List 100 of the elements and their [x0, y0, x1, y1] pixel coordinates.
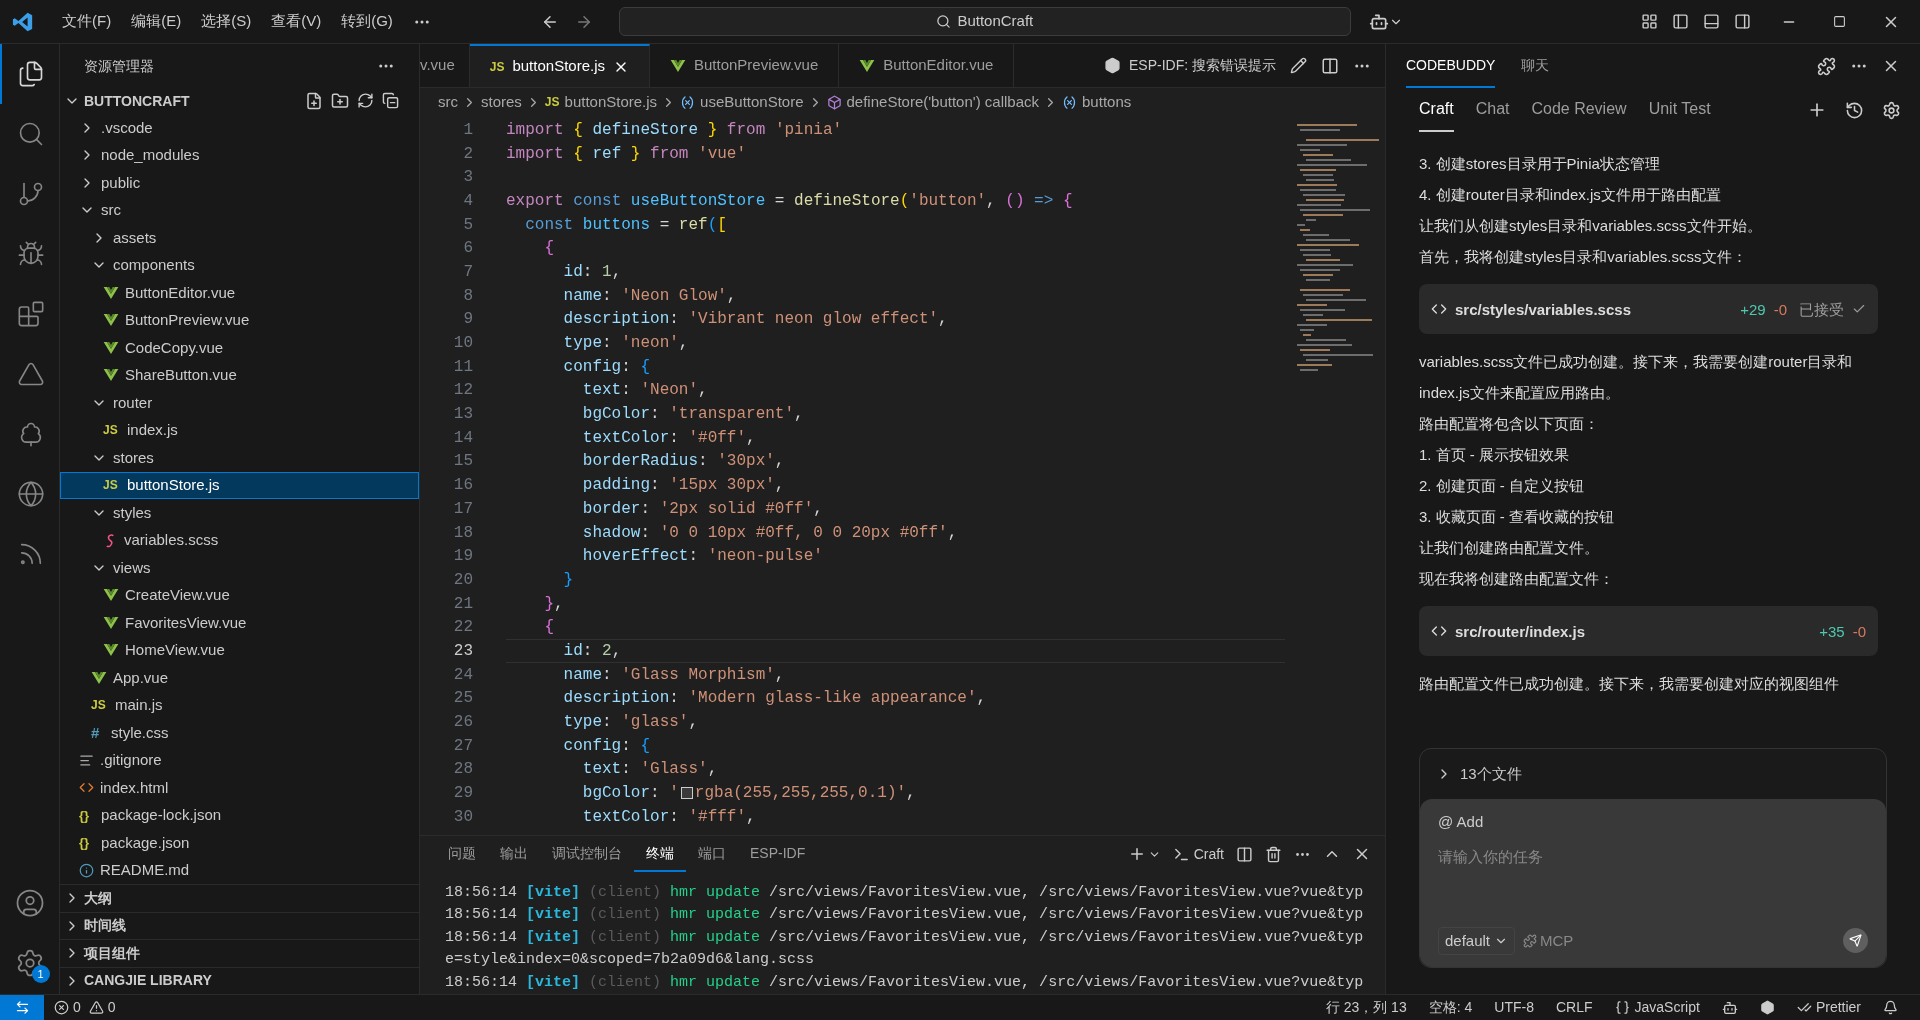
mode-tab[interactable]: Code Review — [1531, 88, 1627, 132]
folder-tree-item[interactable]: public — [60, 169, 419, 197]
new-folder-icon[interactable] — [331, 92, 349, 110]
breadcrumb-item[interactable]: src — [438, 90, 458, 114]
folder-tree-item[interactable]: components — [60, 251, 419, 279]
mode-tab[interactable]: Craft — [1419, 88, 1454, 132]
mode-tab[interactable]: Chat — [1475, 88, 1510, 132]
new-file-icon[interactable] — [305, 92, 323, 110]
copilot-icon[interactable] — [1721, 999, 1738, 1016]
send-button[interactable] — [1843, 928, 1868, 954]
file-tree-item[interactable]: CodeCopy.vue — [60, 334, 419, 362]
status-item[interactable]: 空格: 4 — [1428, 997, 1473, 1018]
menu-item[interactable]: 选择(S) — [191, 10, 262, 33]
globe-icon[interactable] — [16, 480, 45, 508]
panel-tab[interactable]: 调试控制台 — [540, 836, 634, 872]
file-tree-item[interactable]: App.vue — [60, 664, 419, 692]
breadcrumb-item[interactable]: buttons — [1062, 90, 1132, 114]
file-tree-item[interactable]: README.md — [60, 856, 419, 884]
add-context-button[interactable]: @ Add — [1438, 811, 1484, 834]
file-tree-item[interactable]: .gitignore — [60, 746, 419, 774]
file-tree-item[interactable]: # style.css — [60, 719, 419, 747]
command-search-field[interactable]: ButtonCraft — [618, 7, 1351, 36]
breadcrumb-item[interactable]: JS buttonStore.js — [544, 90, 658, 114]
status-item[interactable]: CRLF — [1555, 997, 1593, 1018]
panel-tab[interactable]: 输出 — [488, 836, 540, 872]
trash-icon[interactable] — [1265, 845, 1282, 863]
folder-tree-item[interactable]: src — [60, 196, 419, 224]
hexagon-icon[interactable] — [1759, 1000, 1775, 1015]
menu-item[interactable]: 转到(G) — [331, 10, 403, 33]
folder-tree-item[interactable]: node_modules — [60, 141, 419, 169]
file-tree-item[interactable]: ButtonEditor.vue — [60, 279, 419, 307]
panel-tab[interactable]: 端口 — [686, 836, 738, 872]
refresh-icon[interactable] — [357, 92, 374, 109]
folder-tree-item[interactable]: styles — [60, 499, 419, 527]
file-change-card[interactable]: src/router/index.js +35 -0 — [1419, 606, 1878, 656]
notifications-icon[interactable] — [1883, 1000, 1898, 1015]
file-tree-item[interactable]: FavoritesView.vue — [60, 609, 419, 637]
extensions-icon[interactable] — [16, 300, 45, 328]
history-icon[interactable] — [1845, 100, 1864, 120]
esp-idf-button[interactable]: ESP-IDF: 搜索错误提示 — [1104, 55, 1276, 76]
editor-tab[interactable]: v.vue — [420, 44, 470, 87]
toggle-secondary-sidebar-icon[interactable] — [1734, 13, 1751, 30]
split-editor-icon[interactable] — [1321, 56, 1339, 75]
folder-tree-item[interactable]: router — [60, 389, 419, 417]
file-tree-item[interactable]: JS buttonStore.js — [60, 471, 419, 499]
folder-tree-item[interactable]: assets — [60, 224, 419, 252]
files-toggle[interactable]: 13个文件 — [1420, 749, 1886, 799]
file-tree-item[interactable]: variables.scss — [60, 526, 419, 554]
sidebar-section-header[interactable]: 大纲 — [60, 884, 419, 912]
file-tree-item[interactable]: ShareButton.vue — [60, 361, 419, 389]
panel-tab[interactable]: 终端 — [634, 836, 686, 872]
panel-tab[interactable]: 聊天 — [1521, 44, 1550, 88]
folder-tree-item[interactable]: stores — [60, 444, 419, 472]
breadcrumb-item[interactable]: defineStore('button') callback — [826, 90, 1040, 114]
settings-icon[interactable] — [1882, 100, 1901, 120]
file-tree-item[interactable]: HomeView.vue — [60, 636, 419, 664]
file-tree-item[interactable]: JS index.js — [60, 416, 419, 444]
sidebar-section-header[interactable]: 项目组件 — [60, 939, 419, 967]
model-dropdown[interactable]: default — [1438, 926, 1516, 955]
maximize-icon[interactable] — [1833, 15, 1846, 28]
problems-status[interactable]: 0 0 — [54, 997, 116, 1018]
collapse-all-icon[interactable] — [382, 92, 399, 109]
status-item[interactable]: 行 23，列 13 — [1325, 997, 1407, 1018]
terminal-selector[interactable]: Craft — [1172, 843, 1224, 865]
mode-tab[interactable]: Unit Test — [1648, 88, 1711, 132]
language-status[interactable]: JavaScript — [1614, 997, 1700, 1018]
breadcrumb-item[interactable]: useButtonStore — [680, 90, 804, 114]
panel-tab[interactable]: ESP-IDF — [738, 836, 818, 872]
remote-button[interactable] — [0, 995, 44, 1020]
prettier-status[interactable]: Prettier — [1796, 997, 1861, 1018]
status-item[interactable]: UTF-8 — [1494, 997, 1534, 1018]
editor-tab[interactable]: ButtonPreview.vue — [650, 44, 840, 87]
file-tree-item[interactable]: {} package.json — [60, 829, 419, 857]
file-tree-item[interactable]: CreateView.vue — [60, 581, 419, 609]
split-terminal-icon[interactable] — [1236, 845, 1253, 863]
project-title[interactable]: BUTTONCRAFT — [84, 90, 190, 112]
account-icon[interactable] — [14, 888, 45, 918]
folder-tree-item[interactable]: .vscode — [60, 114, 419, 142]
panel-tab[interactable]: 问题 — [436, 836, 488, 872]
app-logo[interactable] — [12, 10, 34, 33]
editor-tab[interactable]: ButtonEditor.vue — [839, 44, 1015, 87]
toggle-panel-icon[interactable] — [1703, 13, 1720, 30]
bug-icon[interactable] — [16, 240, 45, 268]
sidebar-section-header[interactable]: 时间线 — [60, 911, 419, 939]
menu-item[interactable]: 查看(V) — [261, 10, 332, 33]
breadcrumb-item[interactable]: stores — [481, 90, 522, 114]
toggle-sidebar-icon[interactable] — [1672, 13, 1689, 30]
folder-tree-item[interactable]: views — [60, 554, 419, 582]
color-swatch[interactable] — [680, 787, 693, 800]
puzzle-icon[interactable] — [1817, 56, 1836, 76]
menu-item[interactable]: 文件(F) — [52, 10, 122, 33]
file-tree-item[interactable]: {} package-lock.json — [60, 801, 419, 829]
file-change-card[interactable]: src/styles/variables.scss +29 -0 已接受 — [1419, 284, 1878, 334]
menu-item[interactable]: 编辑(E) — [121, 10, 192, 33]
file-tree-item[interactable]: ButtonPreview.vue — [60, 306, 419, 334]
layout-icon[interactable] — [1641, 13, 1658, 30]
panel-tab[interactable]: CODEBUDDY — [1406, 44, 1496, 88]
file-tree-item[interactable]: JS main.js — [60, 691, 419, 719]
triangle-icon[interactable] — [16, 360, 45, 388]
edit-icon[interactable] — [1290, 57, 1307, 74]
